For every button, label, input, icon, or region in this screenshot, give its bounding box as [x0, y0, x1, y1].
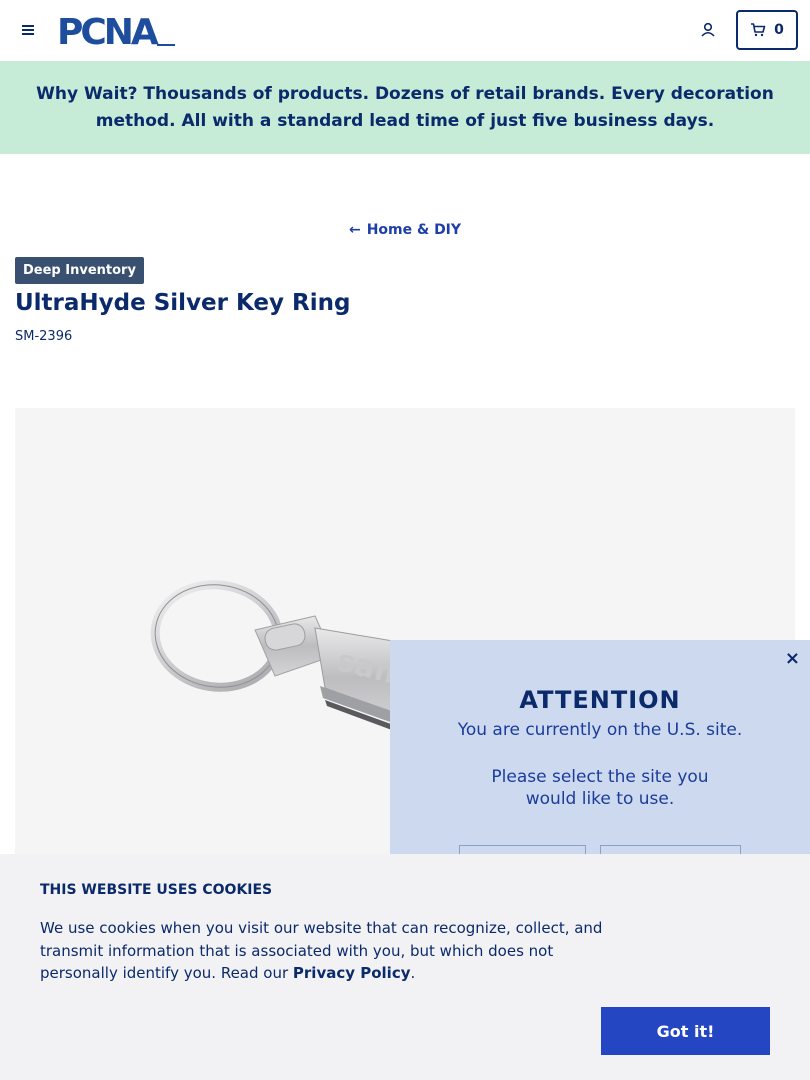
cart-button[interactable]: 0: [736, 10, 798, 50]
cookie-period: .: [410, 964, 416, 982]
product-sku: SM-2396: [15, 329, 73, 344]
breadcrumb: ← Home & DIY: [0, 222, 810, 238]
cart-count: 0: [774, 22, 784, 38]
promo-lead: Why Wait?: [36, 83, 138, 104]
privacy-policy-link[interactable]: Privacy Policy: [293, 964, 411, 982]
pcna-logo[interactable]: PCNA: [57, 13, 177, 47]
promo-banner: Why Wait? Thousands of products. Dozens …: [0, 61, 810, 154]
product-title: UltraHyde Silver Key Ring: [15, 290, 351, 316]
modal-current-site: You are currently on the U.S. site.: [457, 720, 743, 740]
promo-message: Thousands of products. Dozens of retail …: [95, 83, 774, 131]
cookie-heading: THIS WEBSITE USES COOKIES: [40, 882, 273, 898]
account-icon[interactable]: [698, 20, 718, 40]
site-select-modal: × ATTENTION You are currently on the U.S…: [390, 640, 810, 880]
hamburger-menu-icon[interactable]: [18, 20, 38, 40]
cart-icon: [751, 23, 766, 37]
arrow-left-icon: ←: [348, 222, 361, 238]
cookie-banner: THIS WEBSITE USES COOKIES We use cookies…: [0, 854, 810, 1080]
breadcrumb-label: Home & DIY: [366, 222, 462, 238]
logo-text: PCNA: [57, 13, 159, 47]
site-header: PCNA 0: [0, 0, 810, 61]
promo-text: Why Wait? Thousands of products. Dozens …: [14, 81, 796, 135]
inventory-badge: Deep Inventory: [15, 257, 144, 284]
modal-select-prompt: Please select the site you would like to…: [491, 767, 709, 809]
got-it-button[interactable]: Got it!: [601, 1007, 770, 1055]
modal-heading: ATTENTION: [519, 686, 681, 714]
close-icon[interactable]: ×: [785, 648, 800, 669]
cookie-text: We use cookies when you visit our websit…: [40, 917, 610, 985]
breadcrumb-link-home-diy[interactable]: ← Home & DIY: [349, 222, 461, 238]
